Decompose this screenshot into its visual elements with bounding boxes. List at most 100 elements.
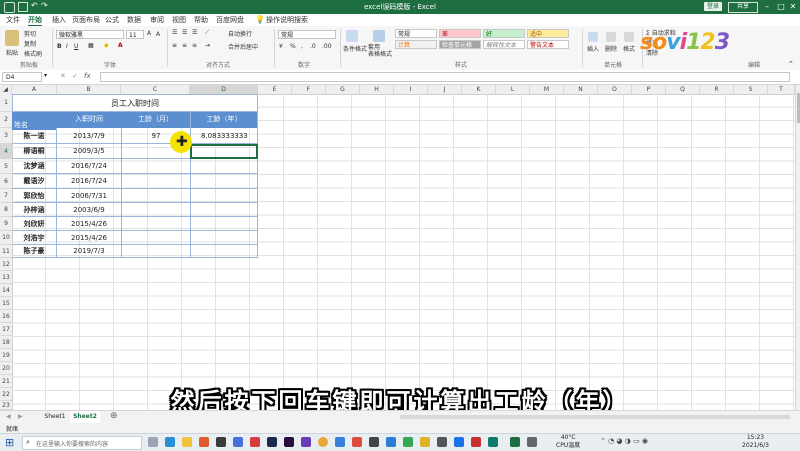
cell-name[interactable]: 戴语汐 xyxy=(12,174,56,189)
minimize-icon[interactable]: – xyxy=(760,1,774,12)
percent-icon[interactable]: % xyxy=(290,43,296,50)
currency-icon[interactable]: ¥ xyxy=(279,43,283,50)
borders-icon[interactable]: ▦ xyxy=(88,42,94,49)
cell-months[interactable] xyxy=(122,203,190,217)
column-header-B[interactable]: B xyxy=(57,85,121,94)
cell-join-date[interactable]: 2016/7/24 xyxy=(57,174,121,189)
windows-start-icon[interactable]: ⊞ xyxy=(5,436,14,449)
row-header-8[interactable]: 8 xyxy=(0,203,12,217)
format-cells-button[interactable]: 格式 xyxy=(623,44,635,53)
app-icon-4[interactable] xyxy=(250,437,260,447)
row-header-4[interactable]: 4 xyxy=(0,144,12,159)
cell-join-date[interactable]: 2009/3/5 xyxy=(57,144,121,159)
enter-icon[interactable]: ✓ xyxy=(72,72,78,80)
hscroll-track[interactable] xyxy=(400,415,790,419)
cell-name[interactable]: 沈梦涵 xyxy=(12,159,56,174)
row-header-17[interactable]: 17 xyxy=(0,323,12,336)
menu-help[interactable]: 帮助 xyxy=(194,15,208,25)
cell-years[interactable] xyxy=(191,245,257,258)
align-top-icon[interactable]: ☰ xyxy=(172,29,177,36)
bold-icon[interactable]: B xyxy=(57,43,62,50)
row-header-6[interactable]: 6 xyxy=(0,174,12,189)
app-icon-13[interactable] xyxy=(454,437,464,447)
app-icon-11[interactable] xyxy=(420,437,430,447)
style-good[interactable]: 好 xyxy=(483,29,525,38)
style-bad[interactable]: 差 xyxy=(439,29,481,38)
cell-join-date[interactable]: 2015/4/26 xyxy=(57,231,121,245)
next-sheet-icon[interactable]: ▶ xyxy=(18,413,23,420)
namebox-dropdown-icon[interactable]: ▾ xyxy=(44,72,47,79)
row-header-16[interactable]: 16 xyxy=(0,310,12,323)
column-header-D[interactable]: D xyxy=(190,85,258,94)
copy-button[interactable]: 复制 xyxy=(24,39,36,48)
cell-months[interactable] xyxy=(122,245,190,258)
column-header-N[interactable]: N xyxy=(564,85,598,94)
column-header-E[interactable]: E xyxy=(258,85,292,94)
cell-name[interactable]: 孙梓涵 xyxy=(12,203,56,217)
style-neutral[interactable]: 适中 xyxy=(527,29,569,38)
menu-view[interactable]: 视图 xyxy=(172,15,186,25)
cell-months[interactable] xyxy=(122,174,190,189)
column-header-Q[interactable]: Q xyxy=(666,85,700,94)
row-header-1[interactable]: 1 xyxy=(0,94,12,112)
menu-data[interactable]: 数据 xyxy=(127,15,141,25)
number-format-select[interactable]: 常规 xyxy=(278,30,336,39)
cell-years[interactable]: 8.083333333 xyxy=(191,128,257,144)
cell-name[interactable]: 陈一诺 xyxy=(12,128,56,144)
cell-join-date[interactable]: 2006/7/31 xyxy=(57,189,121,203)
app-icon-7[interactable] xyxy=(352,437,362,447)
style-normal[interactable]: 常规 xyxy=(395,29,437,38)
vertical-scrollbar[interactable] xyxy=(795,85,800,410)
conditional-format-icon[interactable] xyxy=(346,30,358,42)
column-header-P[interactable]: P xyxy=(632,85,666,94)
column-header-J[interactable]: J xyxy=(428,85,462,94)
row-header-3[interactable]: 3 xyxy=(0,128,12,144)
app-icon-2[interactable] xyxy=(216,437,226,447)
insert-cells-button[interactable]: 插入 xyxy=(587,44,599,53)
cell-name[interactable]: 郭欣怡 xyxy=(12,189,56,203)
add-sheet-icon[interactable]: ⊕ xyxy=(110,411,118,421)
app-icon-15[interactable] xyxy=(527,437,537,447)
column-header-S[interactable]: S xyxy=(734,85,768,94)
prev-sheet-icon[interactable]: ◀ xyxy=(6,413,11,420)
menu-page-layout[interactable]: 页面布局 xyxy=(72,15,100,25)
app-icon-10[interactable] xyxy=(403,437,413,447)
column-header-O[interactable]: O xyxy=(598,85,632,94)
table-title[interactable]: 员工入职时间 xyxy=(12,94,258,112)
row-header-10[interactable]: 10 xyxy=(0,231,12,245)
cell-years[interactable] xyxy=(191,231,257,245)
comma-icon[interactable]: , xyxy=(301,43,303,50)
row-header-13[interactable]: 13 xyxy=(0,271,12,284)
menu-file[interactable]: 文件 xyxy=(6,15,20,25)
font-color-icon[interactable]: A xyxy=(118,42,123,49)
menu-insert[interactable]: 插入 xyxy=(52,15,66,25)
column-header-A[interactable]: A xyxy=(12,85,57,94)
row-header-15[interactable]: 15 xyxy=(0,297,12,310)
column-header-R[interactable]: R xyxy=(700,85,734,94)
underline-icon[interactable]: U xyxy=(74,43,78,50)
select-all-corner[interactable]: ◢ xyxy=(0,85,12,94)
cell-name[interactable]: 柳语桐 xyxy=(12,144,56,159)
indent-icon[interactable]: ⇥ xyxy=(205,42,210,49)
app-icon-3[interactable] xyxy=(233,437,243,447)
app-icon-9[interactable] xyxy=(386,437,396,447)
row-header-20[interactable]: 20 xyxy=(0,362,12,375)
font-name-select[interactable]: 微软雅黑 xyxy=(56,30,124,39)
row-header-5[interactable]: 5 xyxy=(0,159,12,174)
collapse-ribbon-icon[interactable]: ⌃ xyxy=(788,60,794,68)
acrobat-icon[interactable] xyxy=(471,437,481,447)
photoshop-icon[interactable] xyxy=(267,437,277,447)
cell-years[interactable] xyxy=(191,217,257,231)
column-header-H[interactable]: H xyxy=(360,85,394,94)
menu-baidu-pan[interactable]: 百度网盘 xyxy=(216,15,244,25)
font-size-select[interactable]: 11 xyxy=(126,30,144,39)
cut-button[interactable]: 剪切 xyxy=(24,29,36,38)
tray-icons[interactable]: ⌃ ◔ ◕ ◑ ▭ ◉ xyxy=(600,437,648,445)
cell-years[interactable] xyxy=(191,174,257,189)
menu-formulas[interactable]: 公式 xyxy=(105,15,119,25)
name-box[interactable]: D4 xyxy=(2,72,42,82)
cell-join-date[interactable]: 2015/4/26 xyxy=(57,217,121,231)
cell-name[interactable]: 刘欣妍 xyxy=(12,217,56,231)
insert-cells-icon[interactable] xyxy=(588,32,598,42)
cancel-icon[interactable]: ✕ xyxy=(60,72,66,80)
